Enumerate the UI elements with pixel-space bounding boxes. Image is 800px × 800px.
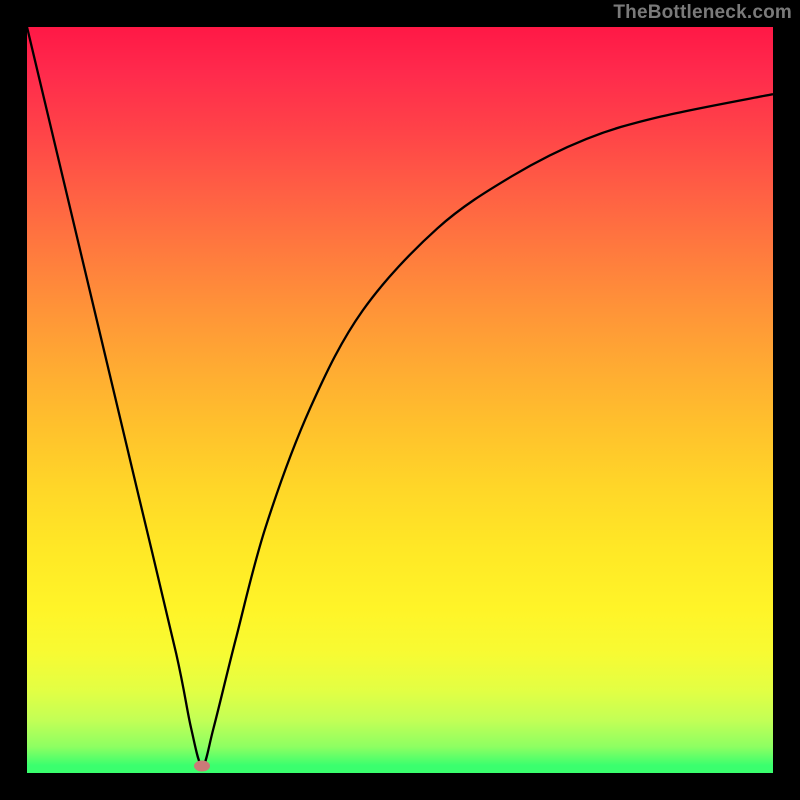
bottleneck-curve (27, 27, 773, 773)
watermark-text: TheBottleneck.com (613, 2, 792, 24)
plot-area (27, 27, 773, 773)
minimum-marker (194, 760, 210, 771)
